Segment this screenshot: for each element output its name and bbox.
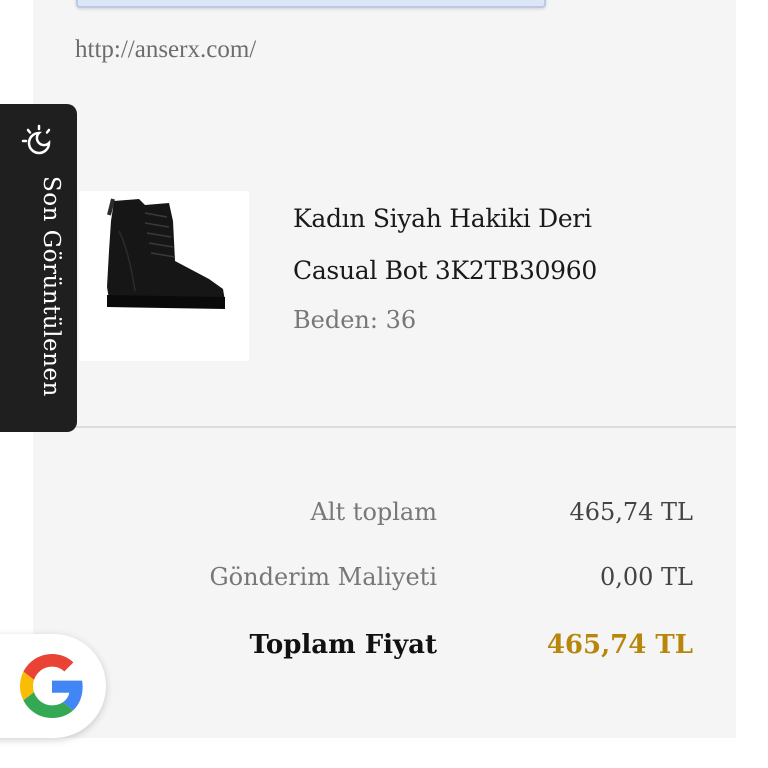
total-row: Toplam Fiyat 465,74 TL <box>120 630 695 670</box>
total-value: 465,74 TL <box>546 630 693 660</box>
google-icon <box>20 654 83 718</box>
subtotal-row: Alt toplam 465,74 TL <box>120 498 695 538</box>
product-title[interactable]: Kadın Siyah Hakiki Deri Casual Bot 3K2TB… <box>293 193 713 297</box>
subtotal-label: Alt toplam <box>310 498 437 526</box>
product-title-line2: Casual Bot 3K2TB30960 <box>293 256 597 285</box>
shipping-label: Gönderim Maliyeti <box>209 563 438 591</box>
recently-viewed-icon <box>20 124 58 162</box>
total-label: Toplam Fiyat <box>249 630 437 660</box>
product-size: Beden: 36 <box>293 306 416 334</box>
subtotal-value: 465,74 TL <box>569 498 693 526</box>
recently-viewed-label: Son Görüntülenen <box>38 176 64 397</box>
product-image[interactable] <box>79 191 249 361</box>
product-title-line1: Kadın Siyah Hakiki Deri <box>293 204 592 233</box>
shipping-value: 0,00 TL <box>599 563 693 591</box>
shipping-row: Gönderim Maliyeti 0,00 TL <box>120 563 695 603</box>
size-value: 36 <box>385 306 417 334</box>
site-url[interactable]: http://anserx.com/ <box>75 36 256 64</box>
size-label: Beden: <box>293 306 378 334</box>
recently-viewed-tab[interactable]: Son Görüntülenen <box>0 104 77 432</box>
boot-icon <box>107 198 225 309</box>
top-input-field[interactable] <box>76 0 546 8</box>
divider <box>76 426 736 428</box>
google-button[interactable] <box>0 634 106 738</box>
content-panel <box>33 0 736 738</box>
